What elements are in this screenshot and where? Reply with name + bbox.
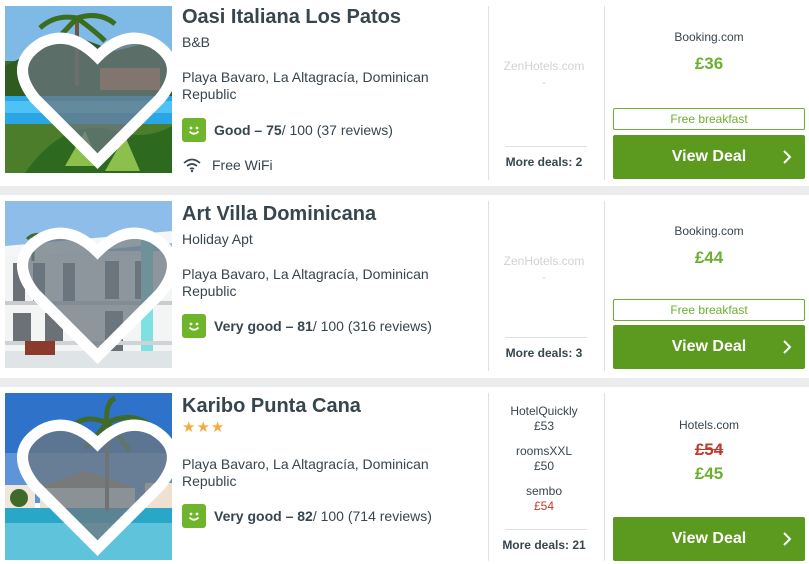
- alt-deal[interactable]: roomsXXL £50: [498, 444, 590, 474]
- more-deals-link[interactable]: More deals: 3: [498, 346, 590, 360]
- rating-label: Very good – 82: [214, 508, 313, 524]
- smiley-icon: [182, 504, 206, 528]
- alt-deal-partner: HotelQuickly: [510, 404, 578, 418]
- view-deal-label: View Deal: [671, 338, 747, 355]
- more-deals-link[interactable]: More deals: 21: [498, 538, 590, 552]
- amenity-wifi: Free WiFi: [182, 157, 273, 173]
- hotel-rating[interactable]: Good – 75 / 100 (37 reviews): [182, 118, 393, 142]
- hotel-name[interactable]: Karibo Punta Cana: [182, 395, 361, 418]
- hotel-name[interactable]: Oasi Italiana Los Patos: [182, 6, 401, 29]
- ghost-partner: ZenHotels.com: [503, 254, 585, 268]
- divider: [604, 393, 605, 561]
- hotel-card: Oasi Italiana Los Patos B&B Playa Bavaro…: [0, 0, 809, 186]
- alt-deal-price: £50: [533, 459, 555, 473]
- chevron-right-icon: [783, 532, 792, 546]
- divider: [488, 6, 489, 180]
- deal-price[interactable]: £45: [613, 464, 805, 484]
- chevron-right-icon: [783, 150, 792, 164]
- heart-icon[interactable]: [14, 210, 172, 368]
- hotel-photo[interactable]: [5, 6, 172, 173]
- free-breakfast-badge: Free breakfast: [613, 299, 805, 321]
- divider: [488, 201, 489, 371]
- rating-reviews: / 100 (714 reviews): [312, 508, 432, 524]
- rating-reviews: / 100 (37 reviews): [281, 122, 393, 138]
- divider: [505, 337, 587, 338]
- heart-icon[interactable]: [14, 15, 172, 173]
- hotel-address: Playa Bavaro, La Altagracía, Dominican R…: [182, 69, 429, 102]
- alt-deal-price: £53: [533, 419, 555, 433]
- amenity-label: Free WiFi: [212, 157, 273, 173]
- view-deal-label: View Deal: [671, 530, 747, 547]
- smiley-icon: [182, 314, 206, 338]
- free-breakfast-badge: Free breakfast: [613, 108, 805, 130]
- deal-partner[interactable]: Booking.com: [613, 30, 805, 44]
- rating-label: Very good – 81: [214, 318, 313, 334]
- alt-deal-partner: roomsXXL: [515, 444, 573, 458]
- heart-icon[interactable]: [14, 402, 172, 560]
- ghost-deal: ZenHotels.com -: [498, 253, 590, 285]
- view-deal-button[interactable]: View Deal: [613, 325, 805, 369]
- alt-deals-list: HotelQuickly £53 roomsXXL £50 sembo £54: [498, 404, 590, 514]
- ghost-price: -: [542, 75, 546, 89]
- original-price: £54: [694, 440, 724, 459]
- smiley-icon: [182, 118, 206, 142]
- hotel-photo[interactable]: [5, 201, 172, 368]
- ghost-price: -: [542, 270, 546, 284]
- hotel-type: Holiday Apt: [182, 231, 253, 247]
- hotel-type: B&B: [182, 34, 211, 50]
- divider: [604, 201, 605, 371]
- deal-price[interactable]: £36: [613, 54, 805, 74]
- chevron-right-icon: [783, 340, 792, 354]
- hotel-name[interactable]: Art Villa Dominicana: [182, 203, 376, 226]
- rating-label: Good – 75: [214, 122, 282, 138]
- alt-deal[interactable]: sembo £54: [498, 484, 590, 514]
- view-deal-button[interactable]: View Deal: [613, 135, 805, 179]
- rating-reviews: / 100 (316 reviews): [312, 318, 432, 334]
- divider: [488, 393, 489, 561]
- deal-partner[interactable]: Hotels.com: [613, 418, 805, 432]
- hotel-rating[interactable]: Very good – 81 / 100 (316 reviews): [182, 314, 432, 338]
- hotel-card: Karibo Punta Cana ★★★ Playa Bavaro, La A…: [0, 387, 809, 564]
- divider: [505, 146, 587, 147]
- star-rating: ★★★: [182, 419, 226, 436]
- hotel-rating[interactable]: Very good – 82 / 100 (714 reviews): [182, 504, 432, 528]
- view-deal-button[interactable]: View Deal: [613, 517, 805, 561]
- alt-deal-partner: sembo: [525, 484, 563, 498]
- ghost-partner: ZenHotels.com: [503, 59, 585, 73]
- alt-deal-price: £54: [533, 499, 555, 513]
- hotel-address: Playa Bavaro, La Altagracía, Dominican R…: [182, 456, 429, 489]
- deal-price[interactable]: £44: [613, 248, 805, 268]
- alt-deal[interactable]: HotelQuickly £53: [498, 404, 590, 434]
- ghost-deal: ZenHotels.com -: [498, 58, 590, 90]
- hotel-photo[interactable]: [5, 393, 172, 560]
- deal-partner[interactable]: Booking.com: [613, 224, 805, 238]
- hotel-card: Art Villa Dominicana Holiday Apt Playa B…: [0, 195, 809, 378]
- wifi-icon: [183, 158, 201, 173]
- hotel-address: Playa Bavaro, La Altagracía, Dominican R…: [182, 266, 429, 299]
- divider: [604, 6, 605, 180]
- view-deal-label: View Deal: [671, 148, 747, 165]
- more-deals-link[interactable]: More deals: 2: [498, 155, 590, 169]
- divider: [505, 529, 587, 530]
